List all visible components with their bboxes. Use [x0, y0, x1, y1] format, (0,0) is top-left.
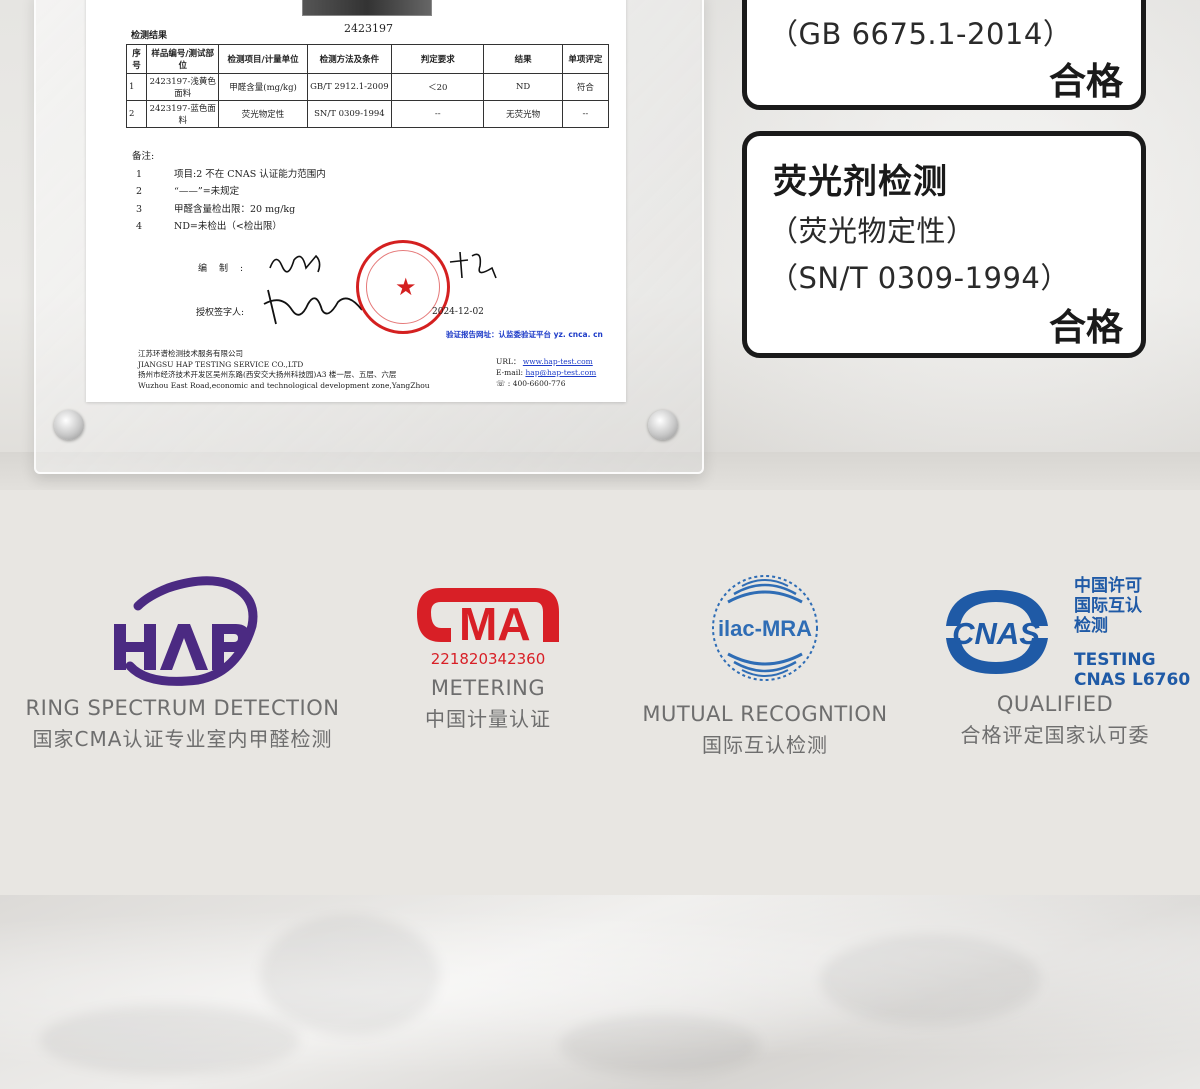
- table-cell: SN/T 0309-1994: [306, 100, 393, 128]
- cert-caption-zh: 国际互认检测: [702, 733, 828, 757]
- cnas-logo-icon: CNAS: [946, 590, 1048, 674]
- table-cell: 1: [125, 73, 148, 101]
- company-name-cn: 江苏环谱检测技术服务有限公司: [138, 349, 243, 358]
- cma-number: 221820342360: [430, 650, 546, 668]
- phone-icon: ☏: [496, 379, 506, 388]
- table-cell: 荧光物定性: [218, 100, 308, 128]
- cert-caption-zh: 中国计量认证: [425, 707, 551, 731]
- signature-approver: [449, 251, 497, 279]
- table-cell: 2: [125, 100, 148, 128]
- table-cell: 2423197-浅黄色面料: [146, 73, 220, 101]
- table-header: 判定要求: [391, 44, 485, 74]
- sample-photo-id: 2423197: [344, 22, 393, 35]
- ilac-logo-icon: ilac-MRA: [712, 575, 818, 681]
- notes-title: 备注:: [132, 151, 155, 162]
- cnas-side-en: TESTING CNAS L6760: [1074, 650, 1191, 690]
- company-info: 江苏环谱检测技术服务有限公司 JIANGSU HAP TESTING SERVI…: [138, 349, 430, 391]
- fabric-background: [0, 895, 1200, 1089]
- cert-caption-en: METERING: [430, 676, 546, 700]
- table-header: 样品编号/测试部位: [146, 44, 220, 74]
- signatory-label: 授权签字人:: [196, 308, 245, 318]
- table-cell: 2423197-蓝色面料: [146, 100, 220, 128]
- table-cell: --: [561, 100, 610, 128]
- table-header: 结果: [483, 44, 563, 74]
- table-header: 单项评定: [561, 44, 610, 74]
- note-item: 2 “——”=未规定: [136, 186, 240, 197]
- cnas-logo-text: CNAS: [952, 616, 1040, 651]
- test-report-document: 2423197 检测结果 序号 样品编号/测试部位 检测项目/计量单位 检测方法…: [86, 0, 626, 402]
- results-table: 序号 样品编号/测试部位 检测项目/计量单位 检测方法及条件 判定要求 结果 单…: [125, 44, 610, 128]
- table-row: 2 2423197-蓝色面料 荧光物定性 SN/T 0309-1994 -- 无…: [125, 100, 610, 128]
- card-result: 合格: [1049, 60, 1123, 103]
- note-item: 4 ND=未检出（<检出限）: [136, 221, 282, 232]
- result-card-fluorescent: 荧光剂检测 （荧光物定性） （SN/T 0309-1994） 合格: [742, 131, 1146, 358]
- card-standard: （SN/T 0309-1994）: [769, 261, 1070, 295]
- result-card-toy-standard: （GB 6675.1-2014） 合格: [742, 0, 1146, 110]
- notes: 备注: 1 项目:2 不在 CNAS 认证能力范围内 2 “——”=未规定 3 甲醛含…: [132, 148, 326, 236]
- cma-logo-icon: MA: [417, 588, 559, 650]
- table-header-row: 序号 样品编号/测试部位 检测项目/计量单位 检测方法及条件 判定要求 结果 单…: [125, 44, 610, 74]
- table-cell: --: [391, 100, 485, 128]
- certifications-section: RING SPECTRUM DETECTION 国家CMA认证专业室内甲醛检测 …: [0, 490, 1200, 895]
- cert-hap: RING SPECTRUM DETECTION 国家CMA认证专业室内甲醛检测: [10, 576, 355, 752]
- screw-icon: [648, 410, 678, 440]
- card-result: 合格: [1049, 306, 1123, 349]
- cert-caption-zh: 国家CMA认证专业室内甲醛检测: [32, 727, 333, 751]
- cert-cma: MA 221820342360 METERING 中国计量认证: [383, 582, 593, 732]
- address-en: Wuzhou East Road,economic and technologi…: [138, 380, 430, 390]
- table-cell: ND: [483, 73, 563, 101]
- cert-caption-zh: 合格评定国家认可委: [960, 723, 1150, 747]
- table-header: 检测项目/计量单位: [218, 44, 308, 74]
- ilac-logo-text: ilac-MRA: [718, 616, 812, 641]
- table-cell: GB/T 2912.1-2009: [306, 73, 393, 101]
- note-item: 3 甲醛含量检出限：20 mg/kg: [136, 203, 296, 215]
- note-item: 1 项目:2 不在 CNAS 认证能力范围内: [136, 168, 326, 180]
- cert-caption-en: MUTUAL RECOGNTION: [642, 702, 888, 726]
- cma-logo-text: MA: [459, 598, 531, 648]
- verify-text: 验证报告网址：认监委验证平台 yz. cnca. cn: [446, 330, 603, 339]
- cert-ilac: ilac-MRA MUTUAL RECOGNTION 国际互认检测: [640, 572, 890, 758]
- sample-photo: [302, 0, 432, 16]
- results-title: 检测结果: [131, 31, 168, 41]
- table-cell: 符合: [561, 73, 610, 101]
- screw-icon: [54, 410, 84, 440]
- contact-info: URL： www.hap-test.com E-mail: hap@hap-te…: [496, 357, 597, 388]
- cert-caption-en: RING SPECTRUM DETECTION: [25, 696, 340, 720]
- official-seal: ★: [356, 240, 450, 334]
- star-icon: ★: [395, 273, 417, 301]
- sign-date: 2024-12-02: [432, 307, 484, 317]
- card-title: 荧光剂检测: [773, 162, 948, 202]
- website-link[interactable]: www.hap-test.com: [523, 357, 593, 366]
- table-row: 1 2423197-浅黄色面料 甲醛含量(mg/kg) GB/T 2912.1-…: [125, 73, 610, 101]
- cnas-side-zh: 中国许可 国际互认 检测: [1074, 576, 1142, 636]
- table-cell: 无荧光物: [483, 100, 563, 128]
- card-item: （荧光物定性）: [769, 214, 976, 248]
- hap-logo-icon: [113, 576, 257, 686]
- table-cell: 甲醛含量(mg/kg): [218, 73, 308, 101]
- email-link[interactable]: hap@hap-test.com: [525, 368, 596, 377]
- certificate-photo: 2423197 检测结果 序号 样品编号/测试部位 检测项目/计量单位 检测方法…: [0, 0, 1200, 490]
- phone-number: 400-6600-776: [512, 379, 566, 388]
- address-cn: 扬州市经济技术开发区吴州东路(西安交大扬州科技园)A3 楼一层、五层、六层: [138, 370, 397, 379]
- company-name-en: JIANGSU HAP TESTING SERVICE CO.,LTD: [138, 359, 304, 369]
- table-cell: ＜20: [391, 73, 485, 101]
- signature-compiler: [269, 254, 321, 273]
- table-header: 检测方法及条件: [306, 44, 393, 74]
- card-standard: （GB 6675.1-2014）: [769, 17, 1073, 51]
- cert-cnas: CNAS 中国许可 国际互认 检测 TESTING CNAS L6760 QUA…: [936, 576, 1190, 748]
- cert-caption-en: QUALIFIED: [996, 692, 1114, 716]
- table-header: 序号: [125, 44, 148, 74]
- compiler-label: 编制:: [198, 264, 256, 274]
